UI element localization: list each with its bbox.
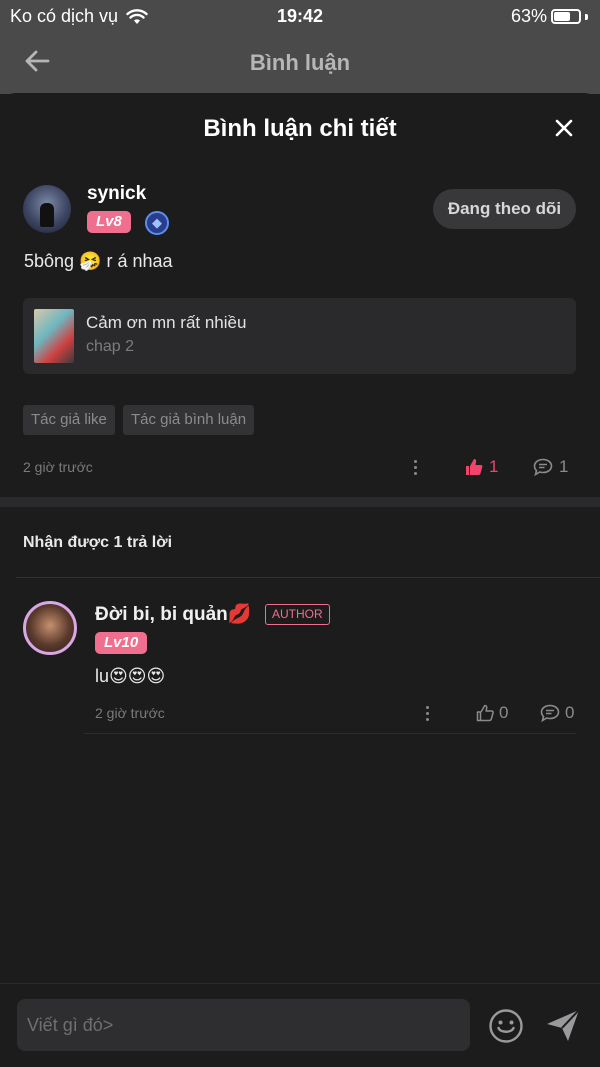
replies-heading: Nhận được 1 trả lời xyxy=(23,534,173,551)
battery-percent: 63% xyxy=(510,6,547,26)
thumbs-up-icon xyxy=(466,459,483,475)
chapter-card[interactable]: Cảm ơn mn rất nhiều chap 2 xyxy=(23,298,576,374)
reply-more-options-icon[interactable] xyxy=(425,706,429,722)
thumbs-up-outline-icon xyxy=(476,704,494,722)
sheet-title: Bình luận chi tiết xyxy=(203,115,397,142)
tag-author-comment: Tác giả bình luận xyxy=(123,405,255,435)
emoji-icon[interactable] xyxy=(488,1008,524,1044)
reply-time: 2 giờ trước xyxy=(95,705,165,721)
status-bar: Ko có dịch vụ 19:42 63% xyxy=(0,0,600,32)
reply-avatar[interactable] xyxy=(23,601,77,655)
section-divider xyxy=(0,497,600,507)
reply-username[interactable]: Đời bi, bi quản💋 xyxy=(95,602,251,626)
battery-indicator: 63% xyxy=(511,6,588,27)
comment-bubble-icon xyxy=(540,704,560,722)
chapter-title: Cảm ơn mn rất nhiều xyxy=(86,313,247,332)
page-header: Bình luận xyxy=(0,32,600,94)
close-icon[interactable] xyxy=(554,118,574,138)
divider xyxy=(16,577,600,578)
comment-input[interactable] xyxy=(17,999,470,1051)
comment-bubble-icon xyxy=(533,458,553,476)
battery-icon xyxy=(551,9,581,24)
chapter-subtitle: chap 2 xyxy=(86,338,135,355)
comment-time: 2 giờ trước xyxy=(23,459,93,475)
reply-comment-button[interactable]: 0 xyxy=(540,703,574,723)
like-count: 1 xyxy=(489,457,499,476)
chapter-thumbnail xyxy=(34,309,74,363)
reply-level-badge: Lv10 xyxy=(95,632,148,654)
reply-like-button[interactable]: 0 xyxy=(476,703,508,723)
comment-detail-sheet: Bình luận chi tiết synick Lv8 ◆ Đang the… xyxy=(0,93,600,1067)
page-title: Bình luận xyxy=(249,50,351,75)
reply-like-count: 0 xyxy=(499,703,509,722)
more-options-icon[interactable] xyxy=(413,460,417,476)
comment-username[interactable]: synick xyxy=(87,183,146,205)
reply-button[interactable]: 1 xyxy=(533,457,568,477)
level-badge: Lv8 xyxy=(87,211,131,233)
send-icon[interactable] xyxy=(545,1007,581,1043)
follow-button[interactable]: Đang theo dõi xyxy=(433,189,576,229)
avatar[interactable] xyxy=(23,185,71,233)
tag-author-like: Tác giả like xyxy=(23,405,115,435)
comment-text: 5bông 🤧 r á nhaa xyxy=(24,251,173,271)
verified-icon: ◆ xyxy=(145,211,169,235)
divider xyxy=(84,733,576,734)
like-button[interactable]: 1 xyxy=(465,457,498,477)
comment-input-bar xyxy=(0,983,600,1067)
reply-comment-count: 0 xyxy=(565,703,575,722)
reply-count: 1 xyxy=(559,457,569,476)
author-badge: AUTHOR xyxy=(265,604,330,625)
reply-text: lu😍😍😍 xyxy=(95,666,166,686)
